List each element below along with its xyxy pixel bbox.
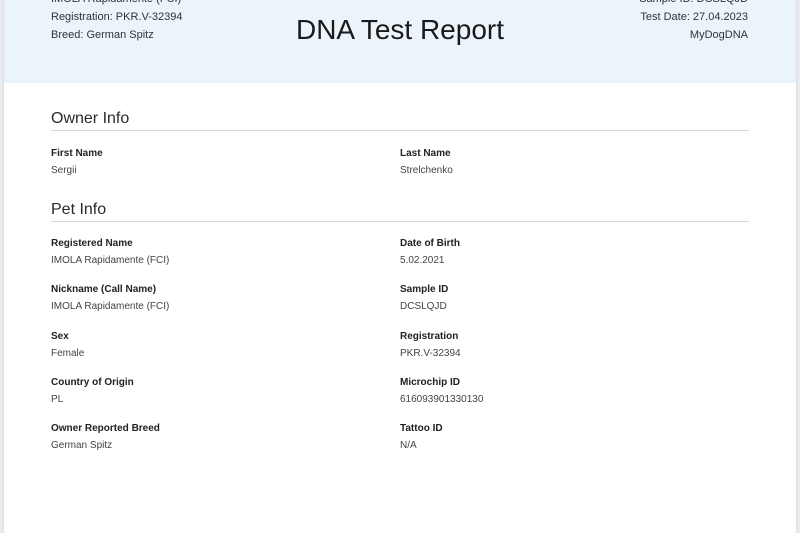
field-value: Strelchenko	[400, 165, 453, 176]
field-label: Owner Reported Breed	[51, 423, 160, 434]
field-last-name: Last Name Strelchenko	[400, 147, 720, 178]
owner-info-section: Owner Info First Name Sergii Last Name S…	[51, 109, 749, 191]
owner-info-grid: First Name Sergii Last Name Strelchenko	[51, 131, 749, 191]
field-label: Nickname (Call Name)	[51, 284, 157, 295]
field-sex: Sex Female	[51, 330, 371, 361]
report-header: IMOLA Rapidamente (FCI) Registration: PK…	[4, 0, 796, 83]
field-value: N/A	[400, 440, 417, 451]
field-label: Sex	[51, 331, 69, 342]
field-label: Country of Origin	[51, 377, 134, 388]
field-value: IMOLA Rapidamente (FCI)	[51, 301, 170, 312]
header-lab-name: MyDogDNA	[689, 29, 748, 41]
pet-info-title: Pet Info	[51, 200, 749, 222]
field-date-of-birth: Date of Birth 5.02.2021	[400, 237, 720, 268]
header-test-date: Test Date: 27.04.2023	[640, 11, 748, 23]
field-value: Sergii	[51, 165, 77, 176]
field-value: PKR.V-32394	[400, 348, 461, 359]
field-label: Registered Name	[51, 238, 133, 249]
field-tattoo-id: Tattoo ID N/A	[400, 422, 720, 453]
field-label: Microchip ID	[400, 377, 461, 388]
field-sample-id: Sample ID DCSLQJD	[400, 283, 720, 314]
field-label: Date of Birth	[400, 238, 460, 249]
field-label: Tattoo ID	[400, 423, 443, 434]
field-value: PL	[51, 394, 64, 405]
field-country-of-origin: Country of Origin PL	[51, 376, 371, 407]
field-label: Registration	[400, 331, 459, 342]
pet-info-grid: Registered Name IMOLA Rapidamente (FCI) …	[51, 222, 749, 472]
field-label: Last Name	[400, 148, 451, 159]
field-value: German Spitz	[51, 440, 113, 451]
header-registered-name: IMOLA Rapidamente (FCI)	[51, 0, 182, 8]
field-label: First Name	[51, 148, 103, 159]
field-value: DCSLQJD	[400, 301, 447, 312]
field-registered-name: Registered Name IMOLA Rapidamente (FCI)	[51, 237, 371, 268]
field-nickname: Nickname (Call Name) IMOLA Rapidamente (…	[51, 283, 371, 314]
field-value: IMOLA Rapidamente (FCI)	[51, 255, 170, 266]
field-value: 5.02.2021	[400, 255, 445, 266]
report-page: IMOLA Rapidamente (FCI) Registration: PK…	[4, 0, 796, 533]
field-value: 616093901330130	[400, 394, 484, 405]
pet-info-section: Pet Info Registered Name IMOLA Rapidamen…	[51, 200, 749, 472]
field-label: Sample ID	[400, 284, 449, 295]
field-owner-reported-breed: Owner Reported Breed German Spitz	[51, 422, 371, 453]
field-first-name: First Name Sergii	[51, 147, 371, 178]
field-value: Female	[51, 348, 85, 359]
header-sample-id: Sample ID: DCSLQJD	[639, 0, 748, 8]
header-right-info: Sample ID: DCSLQJD Test Date: 27.04.2023…	[639, 0, 748, 44]
field-microchip-id: Microchip ID 616093901330130	[400, 376, 720, 407]
field-registration: Registration PKR.V-32394	[400, 330, 720, 361]
owner-info-title: Owner Info	[51, 109, 749, 131]
